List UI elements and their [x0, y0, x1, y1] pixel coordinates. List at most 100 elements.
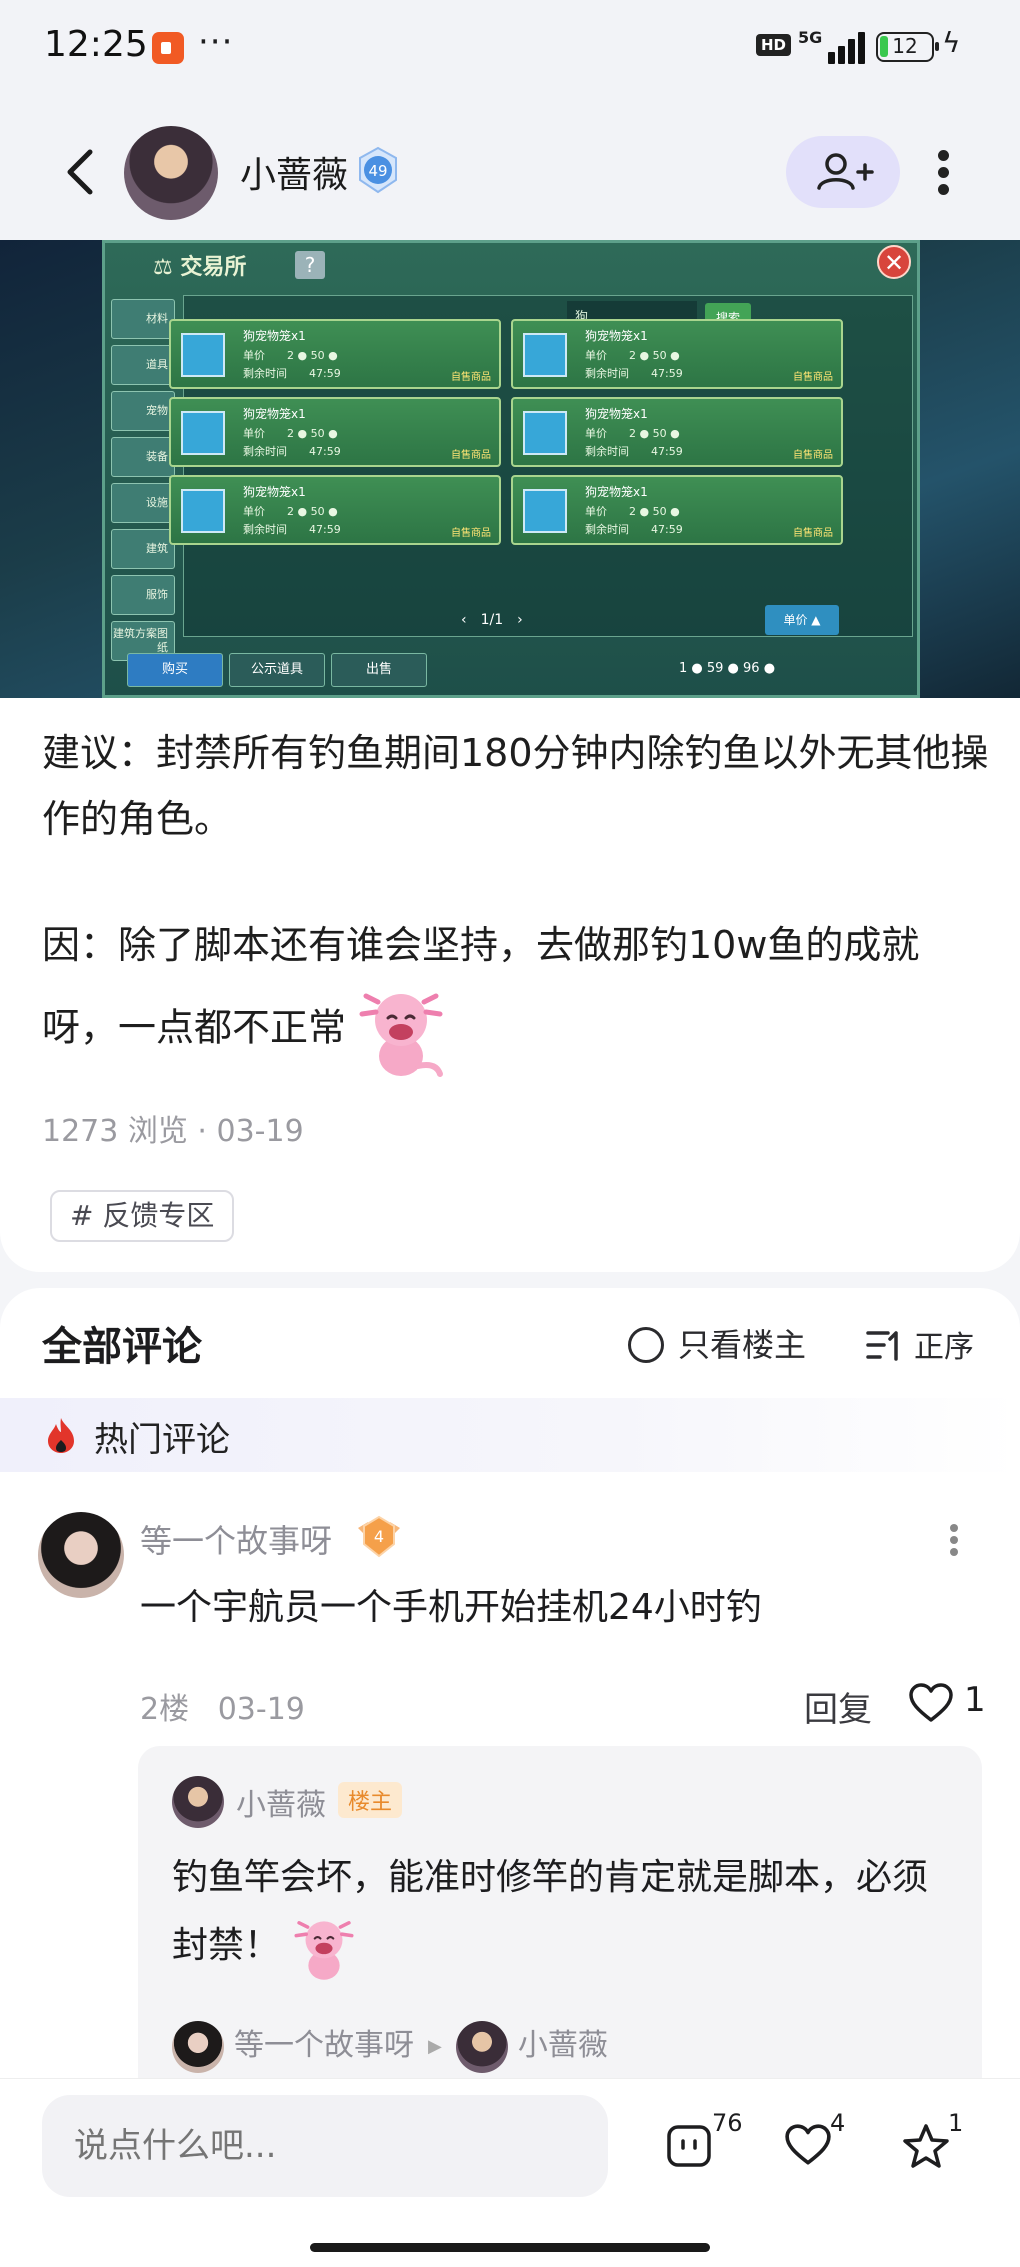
bottom-action-bar: 76 4 1	[0, 2078, 1020, 2267]
item-tag: 自售商品	[451, 450, 491, 461]
pet-cage-icon	[523, 333, 567, 377]
commenter-avatar[interactable]	[38, 1512, 124, 1598]
floor-number: 2楼	[140, 1692, 190, 1727]
comments-section: 全部评论 只看楼主 正序 热门评论 等一个故事呀 4 一个宇航员一个手机开始挂机…	[0, 1288, 1020, 2078]
hot-comments-bar: 热门评论	[0, 1398, 1020, 1472]
author-avatar[interactable]	[124, 126, 218, 220]
item-tag: 自售商品	[793, 528, 833, 539]
home-indicator[interactable]	[310, 2243, 710, 2252]
comments-title: 全部评论	[42, 1324, 202, 1370]
post-paragraph-1: 建议：封禁所有钓鱼期间180分钟内除钓鱼以外无其他操作的角色。	[42, 731, 989, 841]
reply-chain-avatar	[455, 2020, 508, 2073]
reply-avatar[interactable]	[172, 1776, 224, 1828]
item-tag: 自售商品	[451, 372, 491, 383]
item-name: 狗宠物笼x1	[243, 407, 306, 421]
play-arrow-icon: ▶	[428, 2036, 442, 2057]
comment-more-icon[interactable]	[948, 1520, 960, 1560]
signal-icon	[820, 30, 865, 64]
post-paragraph-2: 因：除了脚本还有谁会坚持，去做那钓10w鱼的成就呀，一点都不正常	[42, 912, 992, 1082]
item-name: 狗宠物笼x1	[243, 485, 306, 499]
reply-chain[interactable]: 等一个故事呀 ▶ 小蔷薇	[172, 2020, 608, 2073]
back-button[interactable]	[52, 142, 112, 202]
reply-chain-to: 小蔷薇	[517, 2028, 608, 2063]
reply-chain-from: 等一个故事呀	[234, 2028, 414, 2063]
trade-tab: 购买	[127, 653, 223, 687]
status-time: 12:25	[44, 24, 148, 65]
only-author-label: 只看楼主	[678, 1326, 807, 1364]
reply-thread: 小蔷薇 楼主 钓鱼竿会坏，能准时修竿的肯定就是脚本，必须封禁！ 等一个故事呀 ▶ 小…	[138, 1746, 982, 2078]
post-body: 建议：封禁所有钓鱼期间180分钟内除钓鱼以外无其他操作的角色。 因：除了脚本还有…	[0, 698, 1020, 1272]
trade-tab: 公示道具	[229, 653, 325, 687]
star-icon	[903, 2124, 949, 2168]
radio-icon	[628, 1327, 664, 1363]
item-tag: 自售商品	[451, 528, 491, 539]
status-more-dots: ···	[198, 22, 234, 62]
fire-icon	[48, 1418, 74, 1453]
comment-date: 03-19	[217, 1692, 305, 1727]
trade-item-card: 狗宠物笼x1 单价 2 ● 50 ● 剩余时间 47:59 自售商品	[169, 475, 501, 545]
battery-level: 12	[892, 34, 918, 58]
item-time: 剩余时间 47:59	[243, 523, 341, 536]
level-badge: 49	[356, 146, 400, 194]
reply-text-content: 钓鱼竿会坏，能准时修竿的肯定就是脚本，必须封禁！	[172, 1857, 929, 1966]
sort-icon	[866, 1331, 898, 1361]
item-price: 单价 2 ● 50 ●	[585, 427, 680, 440]
axolotl-sticker-icon	[359, 993, 444, 1077]
comments-button[interactable]: 76	[666, 2109, 743, 2183]
trade-side-item: 服饰	[111, 575, 175, 615]
item-price: 单价 2 ● 50 ●	[585, 349, 680, 362]
pet-cage-icon	[523, 411, 567, 455]
trade-item-card: 狗宠物笼x1 单价 2 ● 50 ● 剩余时间 47:59 自售商品	[511, 475, 843, 545]
user-level-badge: 4	[354, 1514, 404, 1560]
level-number: 49	[368, 162, 387, 180]
trade-tabs: 购买 公示道具 出售	[127, 653, 433, 687]
battery-icon: 12	[876, 32, 939, 62]
follow-button[interactable]	[786, 136, 900, 208]
more-options-icon[interactable]	[928, 144, 958, 204]
user-level-number: 4	[374, 1527, 384, 1546]
reply-button[interactable]: 回复	[804, 1682, 872, 1731]
topic-tag[interactable]: # 反馈专区	[50, 1190, 235, 1242]
favorite-button[interactable]: 1	[902, 2109, 963, 2183]
pet-cage-icon	[523, 489, 567, 533]
item-name: 狗宠物笼x1	[585, 329, 648, 343]
reply-user-name[interactable]: 小蔷薇	[236, 1780, 326, 1824]
charging-icon: ϟ	[942, 26, 961, 59]
trade-side-item: 材料	[111, 299, 175, 339]
trade-item-card: 狗宠物笼x1 单价 2 ● 50 ● 剩余时间 47:59 自售商品	[511, 319, 843, 389]
comment-like-button[interactable]: 1	[908, 1680, 1008, 1728]
comment-input[interactable]	[42, 2095, 608, 2197]
comment-text: 一个宇航员一个手机开始挂机24小时钓	[140, 1587, 762, 1628]
heart-icon	[909, 1683, 953, 1722]
comments-count: 76	[712, 2109, 743, 2137]
item-time: 剩余时间 47:59	[243, 367, 341, 380]
hd-icon: HD	[756, 34, 792, 56]
item-name: 狗宠物笼x1	[585, 485, 648, 499]
sort-order-button[interactable]: 正序	[866, 1322, 974, 1366]
post-image[interactable]: ⚖ 交易所 ? ✕ 材料 道具 宠物 装备 设施 建筑 服饰 建筑方案图纸 狗 …	[0, 240, 1020, 698]
trade-title: ⚖ 交易所	[153, 255, 247, 280]
view-count: 1273 浏览	[42, 1114, 188, 1149]
item-name: 狗宠物笼x1	[585, 407, 648, 421]
post-date: 03-19	[216, 1114, 304, 1149]
reply-chain-avatar	[172, 2020, 224, 2073]
only-author-toggle[interactable]: 只看楼主	[628, 1320, 806, 1366]
item-time: 剩余时间 47:59	[585, 367, 683, 380]
add-user-icon	[817, 153, 874, 190]
likes-count: 4	[830, 2109, 846, 2137]
post-meta: 1273 浏览 · 03-19	[42, 1114, 304, 1149]
author-tag: 楼主	[338, 1782, 403, 1818]
chevron-left-icon	[67, 149, 93, 195]
like-button[interactable]: 4	[784, 2109, 845, 2183]
trade-side-item: 宠物	[111, 391, 175, 431]
trade-item-card: 狗宠物笼x1 单价 2 ● 50 ● 剩余时间 47:59 自售商品	[169, 319, 501, 389]
author-name[interactable]: 小蔷薇	[240, 146, 348, 198]
trade-currency: 1 ● 59 ● 96 ●	[679, 661, 776, 676]
trade-side-item: 设施	[111, 483, 175, 523]
post-paragraph-2-text: 因：除了脚本还有谁会坚持，去做那钓10w鱼的成就呀，一点都不正常	[42, 923, 920, 1050]
comment-like-count: 1	[964, 1680, 986, 1720]
commenter-name[interactable]: 等一个故事呀	[140, 1516, 332, 1562]
heart-icon	[785, 2124, 831, 2165]
trade-panel: ⚖ 交易所 ? ✕ 材料 道具 宠物 装备 设施 建筑 服饰 建筑方案图纸 狗 …	[102, 240, 920, 698]
trade-side-item: 道具	[111, 345, 175, 385]
